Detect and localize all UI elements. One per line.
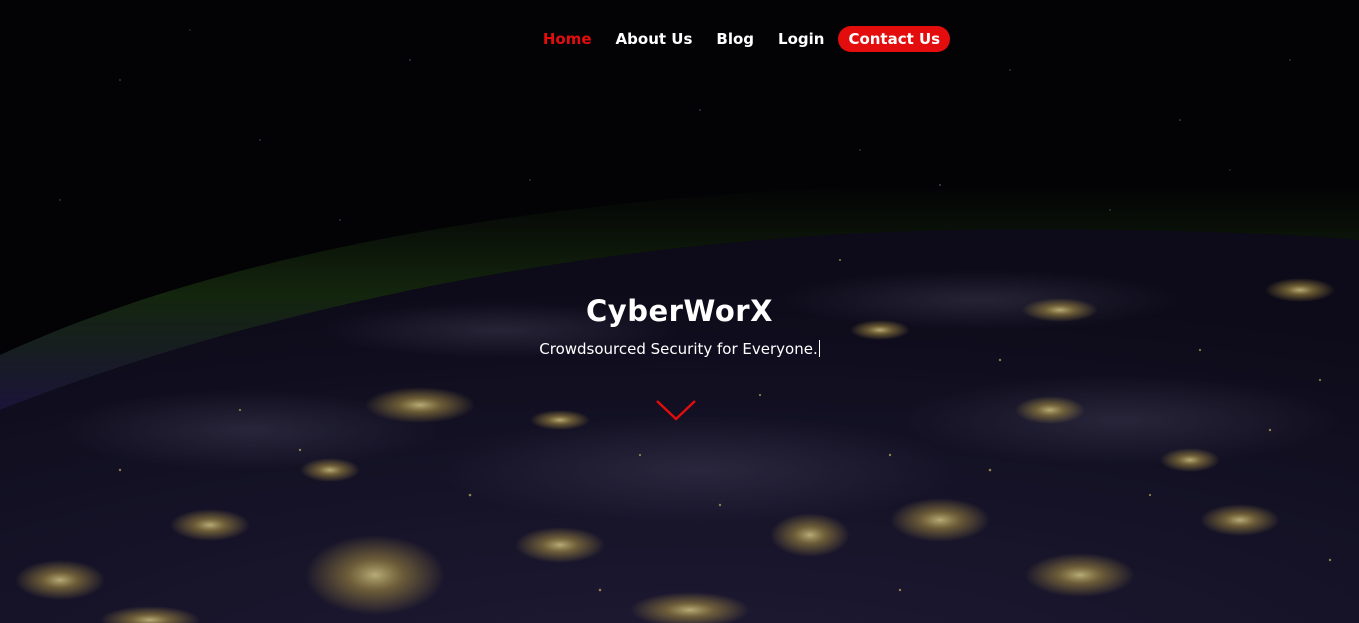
main-navigation: Home About Us Blog Login Contact Us [0,26,1359,52]
nav-login-link[interactable]: Login [766,26,836,52]
nav-home-link[interactable]: Home [531,26,604,52]
scroll-down-button[interactable] [655,398,697,422]
hero-title: CyberWorX [586,294,773,328]
hero-subtitle: Crowdsourced Security for Everyone. [539,340,818,358]
hero-subtitle-line: Crowdsourced Security for Everyone. [0,339,1359,359]
nav-about-link[interactable]: About Us [604,26,705,52]
nav-blog-link[interactable]: Blog [704,26,766,52]
hero-section: Home About Us Blog Login Contact Us Cybe… [0,0,1359,623]
contact-us-button[interactable]: Contact Us [838,26,951,52]
typing-cursor [818,340,820,357]
nav-list: Home About Us Blog Login Contact Us [531,26,951,52]
chevron-down-icon [656,400,696,421]
